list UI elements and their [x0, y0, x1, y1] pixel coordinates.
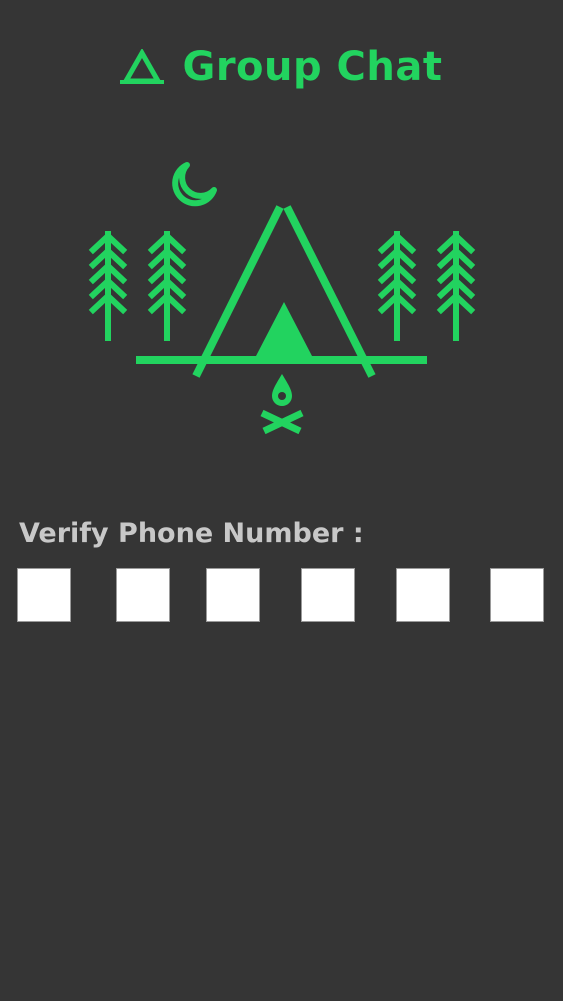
code-digit-input-1[interactable]	[17, 568, 71, 622]
pine-tree-icon	[88, 231, 128, 341]
moon-icon	[172, 162, 217, 207]
code-digit-input-6[interactable]	[490, 568, 544, 622]
app-title: Group Chat	[182, 44, 443, 90]
pine-tree-icon	[377, 231, 417, 341]
app-header: Group Chat	[0, 42, 563, 92]
code-digit-input-2[interactable]	[116, 568, 170, 622]
code-digit-input-5[interactable]	[396, 568, 450, 622]
pine-tree-icon	[147, 231, 187, 341]
pine-tree-icon	[436, 231, 476, 341]
code-digit-input-3[interactable]	[206, 568, 260, 622]
camping-illustration	[80, 150, 480, 440]
tent-icon	[120, 47, 165, 85]
campfire-icon	[260, 374, 304, 435]
verify-phone-label: Verify Phone Number :	[19, 518, 364, 549]
code-digit-input-4[interactable]	[301, 568, 355, 622]
tent-icon	[192, 205, 376, 378]
